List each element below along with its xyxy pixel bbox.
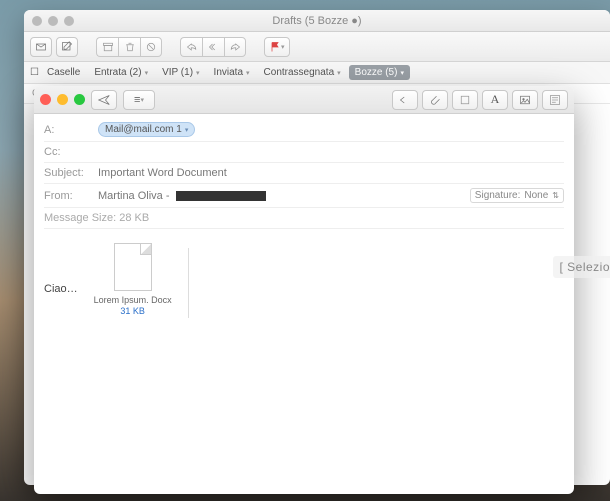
attach-button[interactable]	[422, 90, 448, 110]
from-redacted	[176, 191, 266, 201]
compose-headers: A: Mail@mail.com 1▾ Cc: Subject: Importa…	[34, 114, 574, 233]
fav-caselle[interactable]: Caselle	[41, 65, 86, 80]
from-label: From:	[44, 190, 92, 202]
reply-button[interactable]	[180, 37, 202, 57]
forward-button[interactable]	[224, 37, 246, 57]
signature-value: None	[524, 190, 548, 201]
fav-entrata[interactable]: Entrata (2)▾	[88, 65, 154, 80]
mailboxes-icon[interactable]: ☐	[30, 67, 39, 78]
format-button[interactable]	[452, 90, 478, 110]
to-recipient-pill[interactable]: Mail@mail.com 1▾	[98, 122, 195, 137]
fav-vip[interactable]: VIP (1)▾	[156, 65, 205, 80]
subject-label: Subject:	[44, 167, 92, 179]
signature-select[interactable]: Signature: None ⇅	[470, 188, 564, 203]
get-mail-button[interactable]	[30, 37, 52, 57]
mail-window-title: Drafts (5 Bozze ●)	[24, 15, 610, 27]
subject-value: Important Word Document	[98, 167, 227, 179]
send-button[interactable]	[91, 90, 117, 110]
compose-body[interactable]: Ciao… Lorem Ipsum. Docx 31 KB	[34, 233, 574, 328]
signature-label: Signature:	[475, 190, 521, 201]
fav-bozze[interactable]: Bozze (5)▾	[349, 65, 410, 80]
selection-overlay: [ Selezio	[553, 256, 610, 278]
from-row: From: Martina Oliva - Signature: None ⇅	[44, 184, 564, 208]
chevron-down-icon: ▾	[140, 96, 144, 104]
zoom-button[interactable]	[74, 94, 85, 105]
archive-button[interactable]	[96, 37, 118, 57]
document-icon	[114, 243, 152, 291]
delete-button[interactable]	[118, 37, 140, 57]
favorites-bar: ☐ Caselle Entrata (2)▾ VIP (1)▾ Inviata▾…	[24, 62, 610, 84]
font-button[interactable]: A	[482, 90, 508, 110]
cc-label: Cc:	[44, 146, 92, 158]
attachment-size: 31 KB	[88, 306, 178, 316]
chevron-down-icon: ▾	[185, 126, 189, 134]
junk-button[interactable]	[140, 37, 162, 57]
mail-titlebar: Drafts (5 Bozze ●)	[24, 10, 610, 32]
body-text: Ciao…	[44, 243, 78, 295]
emoji-button[interactable]	[542, 90, 568, 110]
stepper-icon: ⇅	[552, 191, 559, 200]
fav-contrassegnata[interactable]: Contrassegnata▾	[258, 65, 347, 80]
minimize-button[interactable]	[57, 94, 68, 105]
header-fields-button[interactable]: ≡ ▾	[123, 90, 155, 110]
reply-all-button[interactable]	[202, 37, 224, 57]
close-button[interactable]	[40, 94, 51, 105]
compose-traffic-lights	[40, 94, 85, 105]
message-size-label: Message Size:	[44, 212, 116, 224]
photo-button[interactable]	[512, 90, 538, 110]
from-value: Martina Oliva -	[98, 190, 170, 202]
attachment[interactable]: Lorem Ipsum. Docx 31 KB	[88, 243, 178, 316]
compose-titlebar: ≡ ▾ A	[34, 86, 574, 114]
cursor-line	[188, 248, 189, 318]
message-size-row: Message Size: 28 KB	[44, 208, 564, 229]
to-row[interactable]: A: Mail@mail.com 1▾	[44, 118, 564, 142]
compose-window: ≡ ▾ A A: Mail@mail.com 1▾ Cc: Subject: I…	[34, 86, 574, 494]
to-label: A:	[44, 124, 92, 136]
attachment-name: Lorem Ipsum. Docx	[88, 295, 178, 306]
flag-button[interactable]: ▾	[264, 37, 290, 57]
message-size-value: 28 KB	[119, 212, 149, 224]
reply-action-button[interactable]	[392, 90, 418, 110]
mail-toolbar: ▾	[24, 32, 610, 62]
subject-row[interactable]: Subject: Important Word Document	[44, 163, 564, 184]
cc-row[interactable]: Cc:	[44, 142, 564, 163]
fav-inviata[interactable]: Inviata▾	[208, 65, 256, 80]
compose-button[interactable]	[56, 37, 78, 57]
